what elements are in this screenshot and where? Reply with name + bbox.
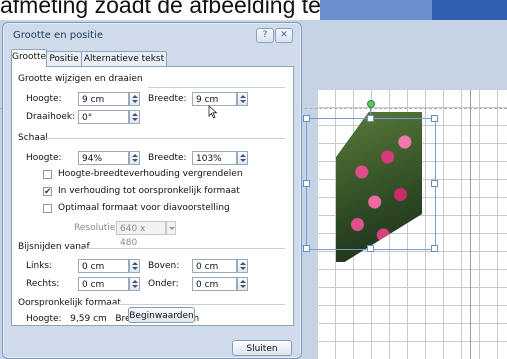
scale-heading: Schaal — [18, 133, 48, 143]
resolution-label: Resolutie — [74, 223, 116, 233]
resize-handle-top-right[interactable] — [431, 115, 438, 122]
tab-alternatieve-tekst[interactable]: Alternatieve tekst — [81, 51, 167, 66]
crop-top-label: Boven: — [148, 261, 180, 271]
crop-right-label: Rechts: — [26, 279, 60, 289]
reset-button[interactable]: Beginwaarden — [128, 307, 195, 323]
relative-size-checkbox[interactable]: ✔ — [43, 187, 52, 197]
separator — [84, 248, 285, 249]
resize-handle-left[interactable] — [303, 180, 310, 187]
separator — [110, 304, 285, 305]
crop-bottom-spinner[interactable] — [237, 277, 248, 291]
original-size-heading: Oorspronkelijk formaat — [18, 298, 121, 308]
rotation-label: Draaihoek: — [26, 112, 76, 122]
crop-top-spinner[interactable] — [237, 259, 248, 273]
resolution-select[interactable]: 640 x 480 — [116, 221, 166, 248]
separator — [46, 138, 285, 139]
window-ribbon — [320, 0, 507, 20]
scale-width-input[interactable]: 103% — [192, 151, 237, 165]
scale-height-label: Hoogte: — [26, 153, 62, 163]
scale-width-spinner[interactable] — [237, 151, 248, 165]
resize-handle-bottom[interactable] — [367, 245, 374, 252]
rotation-input[interactable]: 0° — [78, 110, 129, 124]
resize-rotate-heading: Grootte wijzigen en draaien — [18, 74, 143, 84]
close-button[interactable]: Sluiten — [232, 340, 292, 356]
rotation-handle[interactable] — [367, 100, 375, 108]
selection-box — [306, 118, 436, 250]
height-label: Hoogte: — [26, 94, 62, 104]
resize-handle-bottom-right[interactable] — [431, 245, 438, 252]
width-spinner[interactable] — [237, 92, 248, 106]
lock-aspect-checkbox[interactable] — [43, 170, 52, 179]
size-position-dialog: Grootte en positie ? ✕ Grootte Positie A… — [2, 22, 302, 359]
relative-size-label: In verhouding tot oorspronkelijk formaat — [58, 186, 240, 196]
crop-heading: Bijsnijden vanaf — [18, 242, 90, 252]
help-icon[interactable]: ? — [256, 28, 274, 43]
dialog-title: Grootte en positie — [13, 30, 104, 41]
top-strip: afmeting zoadt de afbeelding terug een v… — [0, 0, 507, 20]
scale-width-label: Breedte: — [148, 153, 187, 163]
crop-left-input[interactable]: 0 cm — [78, 259, 129, 273]
resize-handle-right[interactable] — [431, 180, 438, 187]
crop-top-input[interactable]: 0 cm — [192, 259, 237, 273]
vertical-guide — [470, 90, 471, 359]
tab-grootte[interactable]: Grootte — [11, 49, 47, 67]
width-label: Breedte: — [148, 94, 187, 104]
resize-handle-bottom-left[interactable] — [303, 245, 310, 252]
resize-handle-top[interactable] — [367, 115, 374, 122]
height-spinner[interactable] — [129, 92, 140, 106]
height-input[interactable]: 9 cm — [78, 92, 129, 106]
crop-left-label: Links: — [26, 261, 53, 271]
scale-height-input[interactable]: 94% — [78, 151, 129, 165]
width-input[interactable]: 9 cm — [192, 92, 237, 106]
tab-positie[interactable]: Positie — [46, 51, 82, 66]
best-scale-label: Optimaal formaat voor diavoorstelling — [58, 203, 230, 213]
resolution-dropdown-chevron-down-icon[interactable] — [166, 221, 176, 235]
close-icon[interactable]: ✕ — [275, 28, 293, 43]
separator — [148, 87, 285, 88]
crop-left-spinner[interactable] — [129, 259, 140, 273]
rotation-spinner[interactable] — [129, 110, 140, 124]
size-tab-panel: Grootte wijzigen en draaien Hoogte: 9 cm… — [11, 66, 294, 326]
scale-height-spinner[interactable] — [129, 151, 140, 165]
lock-aspect-label: Hoogte-breedteverhouding vergrendelen — [58, 169, 243, 179]
crop-bottom-label: Onder: — [148, 279, 179, 289]
crop-bottom-input[interactable]: 0 cm — [192, 277, 237, 291]
mouse-pointer-icon — [208, 105, 218, 119]
crop-right-spinner[interactable] — [129, 277, 140, 291]
best-scale-checkbox[interactable] — [43, 204, 52, 213]
crop-right-input[interactable]: 0 cm — [78, 277, 129, 291]
resize-handle-top-left[interactable] — [303, 115, 310, 122]
